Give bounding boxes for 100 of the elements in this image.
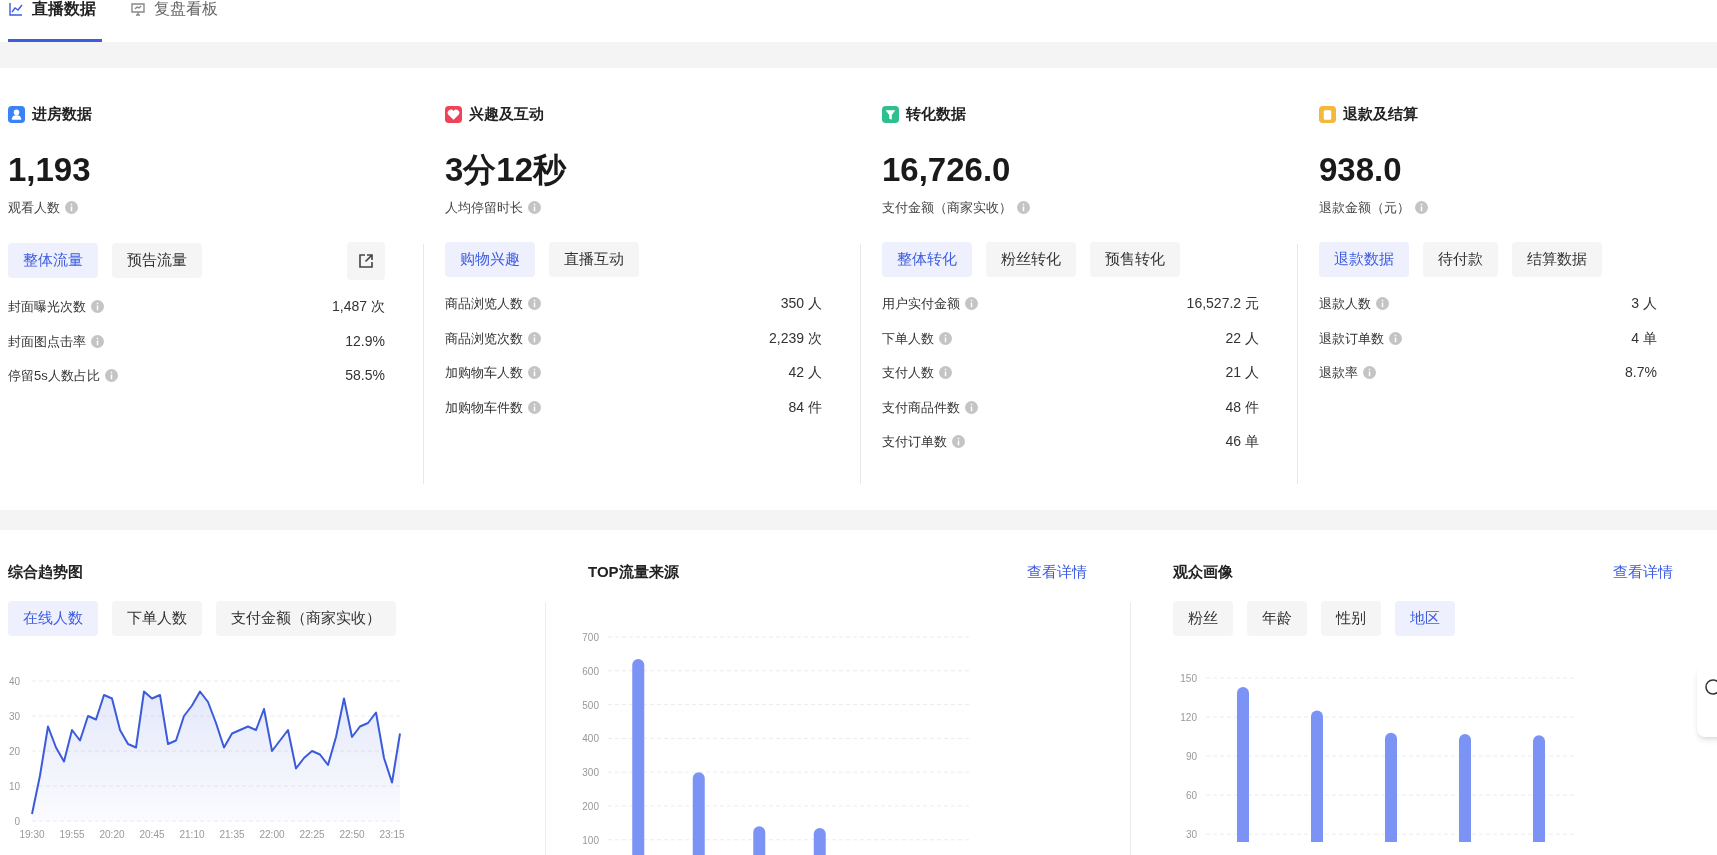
axis-label: 21:35 [219,829,245,840]
help-icon [1705,679,1717,695]
filter-tab[interactable]: 整体流量 [8,243,98,278]
stat-label: 加购物车件数 [445,398,523,417]
info-icon [965,400,978,414]
chart-bar [753,826,766,855]
axis-label: 0 [14,816,20,827]
filter-tab[interactable]: 粉丝转化 [986,241,1076,277]
export-button[interactable] [347,241,385,280]
metric-value: 16,726.0 [882,150,1011,190]
section-title: 观众画像 [1173,561,1233,582]
axis-label: 19:30 [19,829,45,840]
stat-label: 封面图点击率 [8,332,86,351]
info-icon [91,334,104,348]
info-icon [1415,201,1428,215]
info-icon [952,435,965,449]
filter-tab[interactable]: 粉丝 [1173,601,1233,636]
metric-label: 退款金额（元） [1319,199,1410,217]
filter-tab[interactable]: 地区 [1395,601,1455,636]
axis-label: 20 [8,746,20,757]
view-details-link[interactable]: 查看详情 [1027,560,1087,584]
filter-tab[interactable]: 下单人数 [112,601,202,636]
stat-value: 48 件 [1225,397,1259,417]
view-details-link[interactable]: 查看详情 [1613,560,1673,584]
filter-tab[interactable]: 整体转化 [882,241,972,277]
filter-tab[interactable]: 支付金额（商家实收） [216,601,396,636]
filter-tab[interactable]: 年龄 [1247,601,1307,636]
filter-tab[interactable]: 在线人数 [8,601,98,636]
info-icon [528,366,541,380]
axis-label: 22:50 [339,829,365,840]
filter-tab[interactable]: 预告流量 [112,243,202,278]
info-icon [104,369,118,383]
stat-value: 4 单 [1631,328,1657,348]
page-tab[interactable]: 复盘看板 [130,0,218,42]
stat-label: 支付人数 [882,364,934,382]
stat-value: 350 人 [780,294,822,314]
axis-label: 20:45 [139,829,165,840]
axis-label: 400 [582,733,599,745]
metric-value: 1,193 [8,150,91,190]
filter-tab[interactable]: 购物兴趣 [445,241,535,277]
stat-value: 12.9% [345,331,385,351]
filter-tab[interactable]: 待付款 [1423,241,1498,277]
filter-tab[interactable]: 预售转化 [1090,241,1180,277]
info-icon [1363,366,1376,380]
axis-label: 60 [1185,790,1197,802]
axis-label: 22:00 [259,829,285,840]
filter-tab[interactable]: 退款数据 [1319,241,1409,277]
filter-tab[interactable]: 直播互动 [549,241,639,277]
axis-label: 700 [582,632,599,643]
external-link-icon [357,251,375,270]
axis-label: 90 [1185,751,1197,763]
stat-value: 58.5% [345,366,385,386]
stat-label: 退款人数 [1319,295,1371,313]
stat-label: 支付订单数 [882,433,947,451]
stat-label: 商品浏览人数 [445,295,523,313]
chart-bar [813,827,826,855]
stat-label: 退款率 [1319,364,1358,382]
axis-label: 500 [582,699,599,711]
info-icon [1389,331,1402,345]
monitor-icon [130,1,146,17]
axis-label: 19:55 [59,829,85,840]
info-icon [939,331,952,345]
axis-label: 30 [8,711,20,722]
stat-value: 22 人 [1225,328,1259,348]
info-icon [939,366,952,380]
info-icon [528,297,541,311]
section-title: 兴趣及互动 [469,103,544,124]
filter-tab[interactable]: 结算数据 [1512,241,1602,277]
section-title: 进房数据 [32,103,92,124]
metric-label: 人均停留时长 [445,199,523,217]
metric-label: 支付金额（商家实收） [882,199,1012,217]
info-icon [65,201,78,215]
axis-label: 30 [1185,829,1197,841]
stat-label: 退款订单数 [1319,329,1384,348]
stat-value: 84 件 [788,397,822,417]
info-icon [528,331,541,345]
info-icon [91,300,104,314]
metric-value: 938.0 [1319,150,1402,190]
stat-label: 加购物车人数 [445,364,523,382]
metric-label: 观看人数 [8,199,60,217]
axis-label: 20:20 [99,829,125,840]
metric-value: 3分12秒 [445,150,567,190]
stat-value: 8.7% [1625,363,1657,383]
stat-label: 封面曝光次数 [8,298,86,316]
stat-value: 46 单 [1225,432,1259,452]
page-tab[interactable]: 直播数据 [8,0,102,42]
axis-label: 23:15 [379,829,405,840]
stat-value: 1,487 次 [332,297,385,317]
section-title: 退款及结算 [1343,103,1418,124]
info-icon [965,297,978,311]
axis-label: 600 [582,665,599,677]
stat-label: 用户实付金额 [882,295,960,313]
stat-value: 42 人 [788,363,822,383]
filter-tab[interactable]: 性别 [1321,601,1381,636]
section-title: 转化数据 [906,103,966,124]
stat-value: 21 人 [1225,363,1259,383]
stat-label: 支付商品件数 [882,398,960,417]
info-icon [1017,201,1030,215]
axis-label: 10 [8,781,20,792]
axis-label: 200 [582,801,599,812]
